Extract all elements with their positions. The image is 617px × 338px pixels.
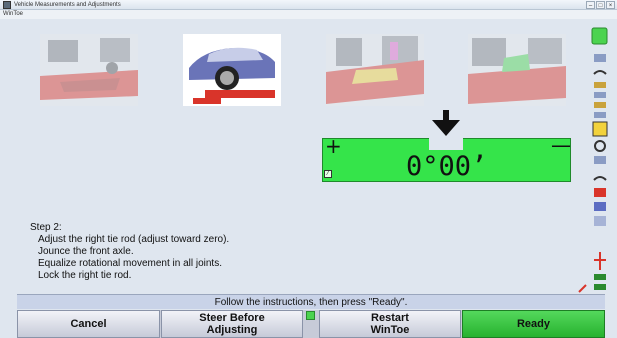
steer-label-line1: Steer Before [199, 312, 265, 324]
right-toolbar [589, 24, 611, 296]
instructions: Step 2: Adjust the right tie rod (adjust… [30, 222, 229, 282]
wrench-icon[interactable] [578, 283, 588, 293]
toolbar-icon[interactable] [594, 202, 606, 211]
ready-label: Ready [516, 318, 551, 330]
instruction-line: Jounce the front axle. [38, 246, 134, 257]
toolbar-icon[interactable] [594, 112, 606, 118]
toolbar-icon[interactable] [594, 216, 606, 226]
toolbar-icon[interactable] [593, 70, 607, 75]
status-message: Follow the instructions, then press "Rea… [214, 297, 408, 308]
cancel-button[interactable]: Cancel [17, 310, 160, 338]
toolbar-icon[interactable] [594, 140, 606, 152]
menu-wintoe[interactable]: WinToe [3, 11, 23, 18]
gauge-value: 0°00’ [406, 151, 488, 182]
app-icon [3, 1, 11, 9]
toolbar-icon[interactable] [594, 252, 606, 270]
suspension-icon [40, 34, 138, 106]
toolbar-icon[interactable] [592, 121, 608, 137]
instruction-line: Equalize rotational movement in all join… [38, 258, 222, 269]
gauge-minus-label: — [551, 133, 571, 157]
steer-before-adjusting-button[interactable]: Steer Before Adjusting [161, 310, 303, 338]
toolbar-icon[interactable] [594, 284, 606, 290]
steering-joint-icon [468, 34, 566, 106]
active-mode-icon[interactable] [591, 27, 608, 45]
gauge-plus-label: + [325, 134, 342, 158]
restart-label-line1: Restart [371, 312, 409, 324]
step-title: Step 2: [30, 222, 62, 233]
toolbar-icon[interactable] [594, 156, 606, 164]
instruction-line: Adjust the right tie rod (adjust toward … [38, 234, 230, 245]
car-on-lift-icon [183, 34, 281, 106]
tie-rod-icon [326, 34, 424, 106]
window-title: Vehicle Measurements and Adjustments [14, 2, 121, 8]
gauge-resize-icon[interactable]: ⁄ [324, 170, 332, 178]
steer-label-line2: Adjusting [206, 324, 258, 336]
status-indicator-icon [306, 311, 315, 320]
ready-button[interactable]: Ready [462, 310, 605, 338]
instruction-line: Lock the right tie rod. [38, 270, 132, 281]
menu-bar: WinToe [0, 10, 617, 19]
gauge-notch [429, 138, 463, 150]
restart-label-line2: WinToe [370, 324, 410, 336]
toolbar-icon[interactable] [594, 82, 606, 88]
minimize-button[interactable]: – [586, 1, 595, 9]
status-bar: Follow the instructions, then press "Rea… [17, 294, 605, 309]
toolbar-icon[interactable] [594, 102, 606, 108]
title-bar: Vehicle Measurements and Adjustments – □… [0, 0, 617, 10]
maximize-button[interactable]: □ [596, 1, 605, 9]
toolbar-icon[interactable] [594, 274, 606, 280]
cancel-label: Cancel [70, 318, 107, 330]
toolbar-icon[interactable] [594, 188, 606, 197]
down-arrow-icon [432, 110, 460, 136]
toolbar-icon[interactable] [594, 92, 606, 98]
toolbar-icon[interactable] [594, 54, 606, 62]
restart-wintoe-button[interactable]: Restart WinToe [319, 310, 461, 338]
close-button[interactable]: × [606, 1, 615, 9]
toolbar-icon[interactable] [593, 176, 607, 181]
